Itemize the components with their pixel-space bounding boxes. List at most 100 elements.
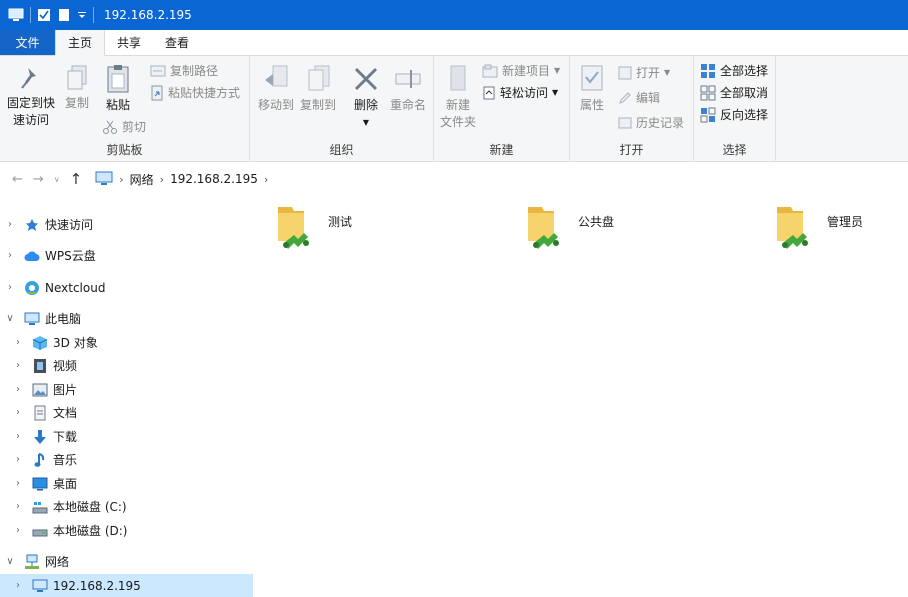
- paste-shortcut-label: 粘贴快捷方式: [168, 86, 241, 100]
- up-arrow-icon[interactable]: ↑: [70, 170, 83, 188]
- breadcrumb-host[interactable]: 192.168.2.195: [170, 172, 258, 186]
- expand-chevron-icon[interactable]: ›: [4, 219, 16, 230]
- expand-chevron-icon[interactable]: ›: [12, 407, 24, 418]
- edit-button[interactable]: 编辑: [618, 89, 660, 106]
- easy-access-icon: [483, 86, 495, 99]
- tab-file[interactable]: 文件: [0, 30, 55, 55]
- invert-selection-button[interactable]: 反向选择: [700, 106, 768, 123]
- expand-chevron-icon[interactable]: ›: [4, 282, 16, 293]
- nav-item-label: WPS云盘: [45, 249, 96, 263]
- nav-item-drive-c[interactable]: › 本地磁盘 (C:): [0, 495, 253, 518]
- select-all-icon: [701, 63, 715, 78]
- move-to-button[interactable]: 移动到: [254, 64, 298, 114]
- expand-chevron-icon[interactable]: ›: [12, 478, 24, 489]
- paste-shortcut-button[interactable]: 粘贴快捷方式: [150, 84, 240, 101]
- nav-item-quick-access[interactable]: › 快速访问: [0, 213, 253, 236]
- new-item-button[interactable]: 新建项目 ▼: [482, 62, 560, 79]
- collapse-chevron-icon[interactable]: ∨: [4, 556, 16, 567]
- expand-chevron-icon[interactable]: ›: [12, 431, 24, 442]
- address-row: ← → ∨ ↑ › 网络 › 192.168.2.195 ›: [0, 163, 908, 195]
- chevron-right-icon[interactable]: ›: [264, 173, 268, 186]
- nav-item-pictures[interactable]: › 图片: [0, 378, 253, 401]
- nav-item-drive-d[interactable]: › 本地磁盘 (D:): [0, 519, 253, 542]
- nav-item-this-pc[interactable]: ∨ 此电脑: [0, 307, 253, 330]
- tab-share[interactable]: 共享: [105, 30, 153, 55]
- copy-path-button[interactable]: 复制路径: [150, 62, 218, 79]
- select-all-button[interactable]: 全部选择: [700, 62, 768, 79]
- new-folder-button[interactable]: 新建 文件夹: [438, 64, 478, 131]
- copy-to-label: 复制到: [299, 98, 336, 112]
- delete-button[interactable]: 删除 ▼: [346, 64, 386, 128]
- forward-arrow-icon[interactable]: →: [33, 172, 44, 187]
- expand-chevron-icon[interactable]: ›: [4, 250, 16, 261]
- expand-chevron-icon[interactable]: ›: [12, 525, 24, 536]
- new-folder-icon[interactable]: [57, 8, 71, 22]
- nav-item-wps-cloud[interactable]: › WPS云盘: [0, 244, 253, 267]
- tab-view[interactable]: 查看: [153, 30, 201, 55]
- nav-item-network[interactable]: ∨ 网络: [0, 550, 253, 573]
- nav-item-label: 下载: [53, 430, 78, 444]
- nextcloud-icon: [24, 280, 40, 296]
- pin-to-quick-access-button[interactable]: 固定到快 速访问: [4, 64, 58, 129]
- expand-chevron-icon[interactable]: ›: [12, 580, 24, 591]
- share-name: 测试: [328, 215, 353, 229]
- select-none-label: 全部取消: [720, 86, 769, 100]
- nav-item-videos[interactable]: › 视频: [0, 354, 253, 377]
- expand-chevron-icon[interactable]: ›: [12, 384, 24, 395]
- nav-item-nextcloud[interactable]: › Nextcloud: [0, 276, 253, 299]
- back-arrow-icon[interactable]: ←: [12, 172, 23, 187]
- nav-item-music[interactable]: › 音乐: [0, 448, 253, 471]
- window-title: 192.168.2.195: [104, 8, 192, 22]
- cut-label: 剪切: [122, 120, 147, 134]
- expand-chevron-icon[interactable]: ›: [12, 501, 24, 512]
- select-all-label: 全部选择: [720, 64, 769, 78]
- properties-icon: [581, 65, 603, 91]
- share-tile[interactable]: 管理员: [773, 203, 903, 255]
- select-none-button[interactable]: 全部取消: [700, 84, 768, 101]
- rename-button[interactable]: 重命名: [386, 64, 430, 114]
- easy-access-button[interactable]: 轻松访问 ▼: [482, 84, 558, 101]
- nav-item-desktop[interactable]: › 桌面: [0, 472, 253, 495]
- nav-item-label: 3D 对象: [53, 336, 98, 350]
- nav-item-3d-objects[interactable]: › 3D 对象: [0, 331, 253, 354]
- new-item-icon: [482, 64, 498, 77]
- open-button[interactable]: 打开 ▼: [618, 64, 670, 81]
- address-bar[interactable]: › 网络 › 192.168.2.195 ›: [90, 168, 908, 190]
- chevron-down-icon[interactable]: [77, 10, 87, 20]
- collapse-chevron-icon[interactable]: ∨: [4, 313, 16, 324]
- delete-label: 删除: [353, 98, 378, 112]
- shared-folder-icon: [528, 207, 559, 249]
- pictures-icon: [32, 382, 48, 398]
- open-label: 打开: [636, 66, 661, 80]
- new-group: 新建 文件夹 新建项目 ▼ 轻松访问 ▼ 新建: [434, 56, 570, 162]
- select-none-icon: [700, 85, 716, 100]
- move-to-label: 移动到: [257, 98, 294, 112]
- cut-button[interactable]: 剪切: [102, 118, 146, 135]
- expand-chevron-icon[interactable]: ›: [12, 454, 24, 465]
- properties-button[interactable]: 属性: [574, 64, 610, 114]
- nav-item-downloads[interactable]: › 下载: [0, 425, 253, 448]
- new-item-label: 新建项目: [502, 64, 551, 78]
- copy-button[interactable]: 复制: [60, 64, 94, 112]
- breadcrumb-network[interactable]: 网络: [130, 171, 154, 188]
- expand-chevron-icon[interactable]: ›: [12, 360, 24, 371]
- video-icon: [32, 358, 48, 374]
- nav-item-documents[interactable]: › 文档: [0, 401, 253, 424]
- paste-button[interactable]: 粘贴: [98, 64, 138, 114]
- history-icon: [618, 117, 632, 128]
- properties-icon[interactable]: [37, 8, 51, 22]
- tab-home[interactable]: 主页: [55, 30, 106, 56]
- history-button[interactable]: 历史记录: [618, 114, 684, 131]
- expand-chevron-icon[interactable]: ›: [12, 337, 24, 348]
- nav-item-host[interactable]: › 192.168.2.195: [0, 574, 253, 597]
- share-tile[interactable]: 公共盘: [524, 203, 744, 255]
- ribbon: 固定到快 速访问 复制 粘贴 复制路径 粘贴快捷方式 剪切 剪贴板 移动到 复制…: [0, 56, 908, 162]
- share-tile[interactable]: 测试: [274, 203, 494, 255]
- copy-to-button[interactable]: 复制到: [296, 64, 340, 114]
- nav-item-label: 桌面: [53, 477, 78, 491]
- chevron-right-icon[interactable]: ›: [119, 173, 123, 186]
- recent-locations-chevron-icon[interactable]: ∨: [54, 175, 60, 184]
- computer-icon: [8, 8, 24, 22]
- properties-label: 属性: [579, 98, 604, 112]
- chevron-right-icon[interactable]: ›: [160, 173, 164, 186]
